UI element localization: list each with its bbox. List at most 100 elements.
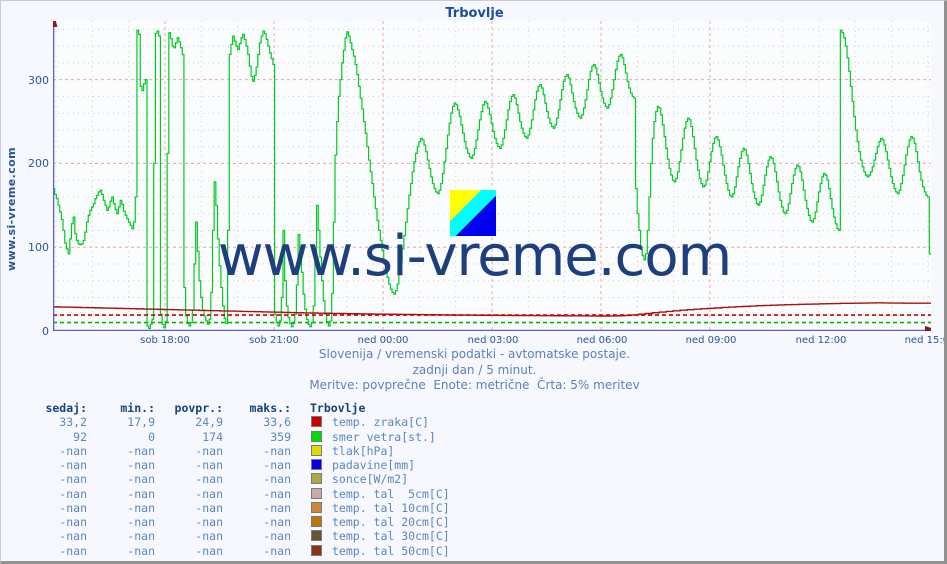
- y-tick-label: 100: [28, 241, 49, 255]
- legend-value-max: -nan: [263, 515, 291, 529]
- legend-header-now: sedaj:: [45, 401, 87, 415]
- legend-value-max: -nan: [263, 458, 291, 472]
- legend-value-min: -nan: [127, 543, 155, 558]
- x-tick-label: ned 03:00: [467, 335, 519, 346]
- legend-header-max: maks.:: [249, 401, 291, 415]
- legend-color-swatch: [291, 444, 327, 458]
- legend-value-now: 33,2: [59, 415, 87, 430]
- legend-row: -nan -nan -nan -nan padavine[mm]: [19, 458, 450, 472]
- legend-value-min: -nan: [127, 443, 155, 458]
- legend-value-avg: 24,9: [195, 415, 223, 430]
- legend-value-min: -nan: [127, 500, 155, 515]
- x-tick-label: ned 15:00: [904, 335, 944, 346]
- x-tick-label: ned 09:00: [685, 335, 737, 346]
- legend-row: -nan -nan -nan -nan temp. tal 30cm[C]: [19, 529, 450, 544]
- legend-value-max: -nan: [263, 443, 291, 458]
- legend-value-avg: -nan: [195, 515, 223, 529]
- y-tick-label: 0: [42, 325, 49, 338]
- subtitle-line-2: zadnji dan / 5 minut.: [412, 362, 537, 377]
- legend-color-swatch: [291, 487, 327, 501]
- legend-value-min: -nan: [127, 486, 155, 501]
- legend-value-min: -nan: [127, 472, 155, 487]
- legend-value-max: 359: [270, 429, 291, 444]
- legend-row: -nan -nan -nan -nan temp. tal 10cm[C]: [19, 500, 450, 515]
- legend-value-min: -nan: [127, 458, 155, 472]
- chart-page: Trbovlje www.si-vreme.com 0 100 200 300 www…: [0, 0, 947, 564]
- legend-color-swatch: [291, 544, 327, 558]
- x-tick-label: sob 21:00: [249, 335, 299, 346]
- legend-row: -nan -nan -nan -nan temp. tal 20cm[C]: [19, 515, 450, 529]
- subtitle-line-3: Meritve: povprečne Enote: metrične Črta:…: [309, 378, 640, 392]
- legend-value-min: -nan: [127, 515, 155, 529]
- subtitle-line-1: Slovenija / vremenski podatki - avtomats…: [318, 347, 631, 361]
- legend-table: sedaj: min.: povpr.: maks.: Trbovlje 33,…: [19, 401, 450, 558]
- legend-value-now: -nan: [59, 486, 87, 501]
- swatch-icon: [310, 444, 322, 456]
- legend-row: -nan -nan -nan -nan temp. tal 50cm[C]: [19, 543, 450, 558]
- y-axis-arrow-icon: [53, 21, 58, 27]
- legend-value-max: -nan: [263, 543, 291, 558]
- legend-value-now: -nan: [59, 515, 87, 529]
- x-tick-label: ned 12:00: [795, 335, 847, 346]
- legend-value-avg: -nan: [195, 443, 223, 458]
- legend-value-min: 17,9: [127, 415, 155, 430]
- legend-row: -nan -nan -nan -nan tlak[hPa]: [19, 444, 450, 458]
- legend-value-now: -nan: [59, 500, 87, 515]
- legend-value-now: -nan: [59, 458, 87, 472]
- legend-header-row: sedaj: min.: povpr.: maks.: Trbovlje: [19, 401, 450, 415]
- legend-value-now: -nan: [59, 529, 87, 544]
- swatch-icon: [310, 530, 322, 542]
- y-tick-label: 300: [28, 73, 49, 87]
- legend-color-swatch: [291, 515, 327, 529]
- legend-color-swatch: [291, 430, 327, 444]
- swatch-icon: [310, 501, 322, 513]
- legend-value-avg: -nan: [195, 500, 223, 515]
- x-tick-label: ned 00:00: [357, 335, 409, 346]
- legend-value-avg: -nan: [195, 486, 223, 501]
- legend-value-min: 0: [148, 429, 155, 444]
- legend-series-label: temp. zraka[C]: [332, 415, 429, 430]
- legend-header-station: Trbovlje: [310, 401, 366, 415]
- legend-color-swatch: [291, 415, 327, 429]
- legend-value-max: -nan: [263, 500, 291, 515]
- y-tick-label: 200: [28, 157, 49, 171]
- swatch-icon: [310, 430, 322, 442]
- legend-header-min: min.:: [120, 401, 155, 415]
- legend-value-min: -nan: [127, 529, 155, 544]
- x-tick-label: ned 06:00: [576, 335, 628, 346]
- legend-color-swatch: [291, 458, 327, 472]
- plot-wrap: [53, 21, 931, 331]
- legend-color-swatch: [291, 529, 327, 543]
- legend-body: 33,2 17,9 24,9 33,6 temp. zraka[C] 92 0 174 359 s…: [19, 415, 450, 558]
- legend-series-label: temp. tal 50cm[C]: [332, 543, 450, 558]
- legend-value-max: -nan: [263, 529, 291, 544]
- swatch-icon: [310, 416, 322, 428]
- legend-series-label: temp. tal 30cm[C]: [332, 529, 450, 544]
- swatch-icon: [310, 487, 322, 499]
- legend-row: 33,2 17,9 24,9 33,6 temp. zraka[C]: [19, 415, 450, 429]
- legend-value-max: -nan: [263, 472, 291, 487]
- legend-row: -nan -nan -nan -nan temp. tal 5cm[C]: [19, 486, 450, 501]
- swatch-icon: [310, 516, 322, 527]
- legend-series-label: temp. tal 5cm[C]: [332, 486, 450, 501]
- legend-value-now: -nan: [59, 443, 87, 458]
- legend-series-label: temp. tal 10cm[C]: [332, 500, 450, 515]
- legend-color-swatch: [291, 501, 327, 515]
- legend-value-now: -nan: [59, 543, 87, 558]
- legend-series-label: padavine[mm]: [332, 458, 416, 472]
- legend-series-label: temp. tal 20cm[C]: [332, 515, 450, 529]
- legend-value-avg: 174: [202, 429, 223, 444]
- y-axis-labels: 0 100 200 300: [9, 21, 49, 337]
- legend-value-avg: -nan: [195, 458, 223, 472]
- chart-subtitle: Slovenija / vremenski podatki - avtomats…: [1, 347, 944, 394]
- swatch-icon: [310, 473, 322, 485]
- legend-value-now: -nan: [59, 472, 87, 487]
- legend-value-avg: -nan: [195, 529, 223, 544]
- swatch-icon: [310, 459, 322, 470]
- legend-row: 92 0 174 359 smer vetra[st.]: [19, 430, 450, 444]
- legend-series-label: smer vetra[st.]: [332, 429, 436, 444]
- legend-color-swatch: [291, 472, 327, 486]
- legend-value-avg: -nan: [195, 472, 223, 487]
- legend-header-avg: povpr.:: [174, 401, 223, 415]
- legend-value-max: 33,6: [263, 415, 291, 430]
